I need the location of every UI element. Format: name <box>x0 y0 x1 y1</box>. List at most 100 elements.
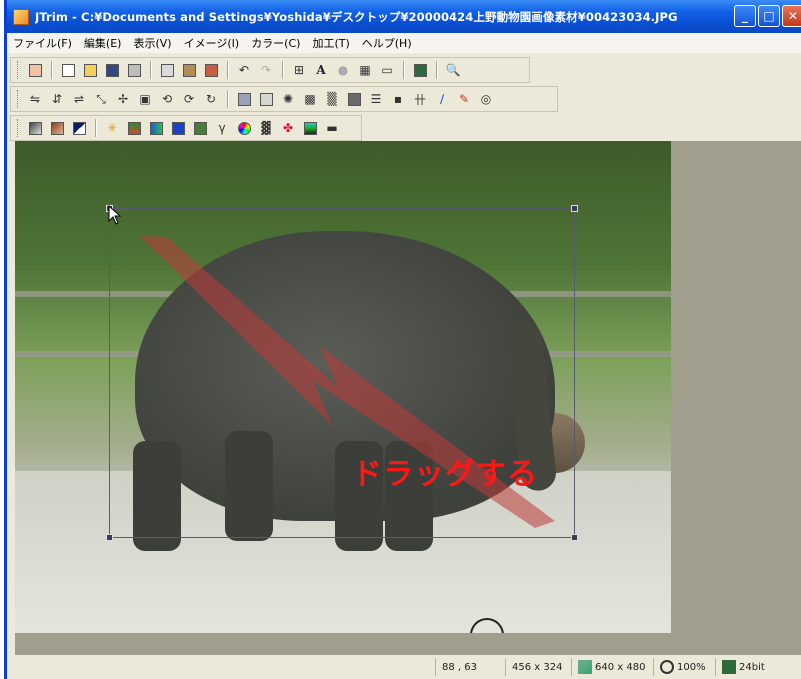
toolbar-grip[interactable] <box>17 61 20 79</box>
gamma-icon[interactable]: γ <box>213 119 231 137</box>
app-icon <box>13 8 29 25</box>
panel-icon[interactable]: ▭ <box>378 61 396 79</box>
brush-icon[interactable]: ✎ <box>455 90 473 108</box>
zoom-icon[interactable]: 🔍 <box>444 61 462 79</box>
mirror-icon[interactable]: ⇌ <box>70 90 88 108</box>
bar-icon[interactable]: ▬ <box>323 119 341 137</box>
cursor-position: 88 , 63 <box>435 658 505 676</box>
spiral-icon[interactable]: ◎ <box>477 90 495 108</box>
frame-icon[interactable]: ▣ <box>136 90 154 108</box>
pen-icon[interactable]: ∕ <box>433 90 451 108</box>
colors-icon[interactable]: ✤ <box>279 119 297 137</box>
toolbar-grip[interactable] <box>17 119 20 137</box>
close-button[interactable]: ✕ <box>782 5 801 27</box>
save-icon[interactable] <box>103 61 121 79</box>
emboss-icon[interactable]: ▪ <box>389 90 407 108</box>
app-window: JTrim - C:¥Documents and Settings¥Yoshid… <box>4 0 801 679</box>
sun-icon[interactable]: ✺ <box>279 90 297 108</box>
zoom-level: 100% <box>677 661 706 673</box>
menu-file[interactable]: ファイル(F) <box>7 35 78 51</box>
color-depth: 24bit <box>739 661 765 673</box>
color-depth-icon <box>722 660 736 674</box>
flip-h-icon[interactable]: ⇋ <box>26 90 44 108</box>
redo-icon[interactable]: ↷ <box>257 61 275 79</box>
paste-new-icon[interactable] <box>202 61 220 79</box>
paste-icon[interactable] <box>180 61 198 79</box>
text-icon[interactable]: A <box>312 61 330 79</box>
menu-bar: ファイル(F) 編集(E) 表示(V) イメージ(I) カラー(C) 加工(T)… <box>7 33 801 53</box>
copy-icon[interactable] <box>158 61 176 79</box>
image-size-icon <box>578 660 592 674</box>
toolbar-transform: ⇋ ⇵ ⇌ ⤡ ✢ ▣ ⟲ ⟳ ↻ ✺ ▩ ▒ ☰ ▪ 卄 ∕ ✎ ◎ <box>10 86 558 112</box>
gradient-icon[interactable] <box>147 119 165 137</box>
dither-icon[interactable]: ▓ <box>257 119 275 137</box>
mosaic-icon[interactable]: ▩ <box>301 90 319 108</box>
color-depth-cell: 24bit <box>715 658 773 676</box>
menu-image[interactable]: イメージ(I) <box>178 35 246 51</box>
photo-canvas[interactable]: ドラッグする <box>15 141 671 633</box>
menu-color[interactable]: カラー(C) <box>245 35 306 51</box>
sparkle-icon[interactable]: ✳ <box>103 119 121 137</box>
toolbar-separator <box>51 61 52 79</box>
toolbar-separator <box>95 119 96 137</box>
toolbar-grip[interactable] <box>17 90 20 108</box>
menu-help[interactable]: ヘルプ(H) <box>356 35 418 51</box>
mouse-pointer-icon <box>108 205 122 225</box>
grid2-icon[interactable]: 卄 <box>411 90 429 108</box>
gray-icon[interactable] <box>26 119 44 137</box>
circle-icon[interactable]: ● <box>334 61 352 79</box>
selection-size: 456 x 324 <box>505 658 571 676</box>
selection-handle[interactable] <box>571 205 578 212</box>
flip-v-icon[interactable]: ⇵ <box>48 90 66 108</box>
toolbar-color: ✳ γ ▓ ✤ ▬ <box>10 115 362 141</box>
rect-icon[interactable] <box>257 90 275 108</box>
menu-edit[interactable]: 編集(E) <box>78 35 128 51</box>
image-size-cell: 640 x 480 <box>571 658 653 676</box>
move-icon[interactable]: ✢ <box>114 90 132 108</box>
image-icon[interactable] <box>235 90 253 108</box>
rotate-icon[interactable]: ↻ <box>202 90 220 108</box>
status-bar: 88 , 63 456 x 324 640 x 480 100% 24bit <box>15 655 801 679</box>
selection-handle[interactable] <box>571 534 578 541</box>
toolbar-separator <box>403 61 404 79</box>
resize-icon[interactable]: ⤡ <box>92 90 110 108</box>
toolbar-separator <box>227 90 228 108</box>
picture-icon[interactable] <box>191 119 209 137</box>
sepia-icon[interactable] <box>48 119 66 137</box>
workspace[interactable]: ドラッグする <box>15 141 801 655</box>
menu-process[interactable]: 加工(T) <box>306 35 355 51</box>
blur-icon[interactable]: ☰ <box>367 90 385 108</box>
maximize-button[interactable]: □ <box>758 5 780 27</box>
fit-icon[interactable]: ⊞ <box>290 61 308 79</box>
invert-icon[interactable] <box>70 119 88 137</box>
grid-icon[interactable]: ▦ <box>356 61 374 79</box>
tone-icon[interactable] <box>125 119 143 137</box>
title-bar[interactable]: JTrim - C:¥Documents and Settings¥Yoshid… <box>7 0 801 33</box>
rgb-icon[interactable] <box>301 119 319 137</box>
undo-icon[interactable]: ↶ <box>235 61 253 79</box>
window-controls: _ □ ✕ <box>734 5 801 27</box>
image-size: 640 x 480 <box>595 661 646 673</box>
menu-view[interactable]: 表示(V) <box>127 35 177 51</box>
toolbar-separator <box>227 61 228 79</box>
sharpen-icon[interactable] <box>345 90 363 108</box>
blue-icon[interactable] <box>169 119 187 137</box>
toolbar-standard: ↶ ↷ ⊞ A ● ▦ ▭ 🔍 <box>10 57 530 83</box>
toolbar-separator <box>282 61 283 79</box>
window-title: JTrim - C:¥Documents and Settings¥Yoshid… <box>35 9 678 24</box>
color-icon[interactable] <box>411 61 429 79</box>
selection-handle[interactable] <box>106 534 113 541</box>
toolbar-separator <box>436 61 437 79</box>
open-icon[interactable] <box>81 61 99 79</box>
zoom-cell: 100% <box>653 658 715 676</box>
zoom-status-icon <box>660 660 674 674</box>
minimize-button[interactable]: _ <box>734 5 756 27</box>
noise-icon[interactable]: ▒ <box>323 90 341 108</box>
new-window-icon[interactable] <box>26 61 44 79</box>
palette-icon[interactable] <box>235 119 253 137</box>
print-icon[interactable] <box>125 61 143 79</box>
rotate-left-icon[interactable]: ⟲ <box>158 90 176 108</box>
new-icon[interactable] <box>59 61 77 79</box>
drag-instruction-text: ドラッグする <box>352 457 538 492</box>
rotate-right-icon[interactable]: ⟳ <box>180 90 198 108</box>
